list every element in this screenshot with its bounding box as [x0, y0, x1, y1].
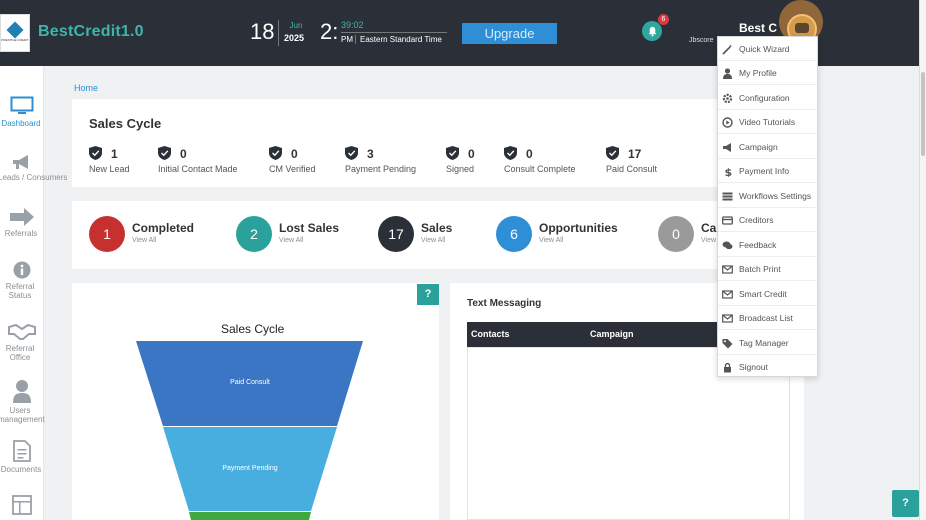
menu-item-label: Video Tutorials: [739, 117, 796, 127]
menu-item-label: Workflows Settings: [739, 191, 812, 201]
menu-item-label: Configuration: [739, 93, 790, 103]
menu-item-workflows-settings[interactable]: Workflows Settings: [718, 184, 818, 208]
menu-item-batch-print[interactable]: Batch Print: [718, 257, 818, 281]
funnel-label-payment-pending: Payment Pending: [222, 465, 278, 472]
lock-icon: [724, 362, 731, 373]
menu-item-my-profile[interactable]: My Profile: [718, 61, 818, 85]
menu-item-quick-wizard[interactable]: Quick Wizard: [718, 37, 818, 61]
menu-item-label: Batch Print: [739, 264, 781, 274]
text-messaging-title: Text Messaging: [467, 298, 542, 309]
tag-icon: [722, 339, 733, 349]
menu-item-label: Smart Credit: [739, 289, 787, 299]
menu-item-campaign[interactable]: Campaign: [718, 135, 818, 159]
menu-item-label: Broadcast List: [739, 313, 793, 323]
mail-icon: [722, 265, 733, 274]
list-icon: [722, 192, 733, 201]
dollar-icon: $: [725, 166, 733, 177]
menu-item-label: Creditors: [739, 215, 774, 225]
megaphone-icon: [723, 143, 731, 152]
card-icon: [722, 216, 733, 225]
menu-item-feedback[interactable]: Feedback: [718, 233, 818, 257]
app-window: PRESTIGE CREDIT BestCredit1.0 18 Jun 202…: [0, 0, 926, 520]
menu-item-signout[interactable]: Signout: [718, 355, 818, 379]
menu-item-label: Feedback: [739, 240, 777, 250]
mail-icon: [722, 314, 733, 323]
funnel-segment-bottom: [189, 512, 311, 520]
menu-item-label: My Profile: [739, 68, 777, 78]
wand-icon: [722, 44, 733, 55]
funnel-label-paid-consult: Paid Consult: [230, 379, 270, 386]
menu-item-creditors[interactable]: Creditors: [718, 208, 818, 232]
menu-item-tag-manager[interactable]: Tag Manager: [718, 331, 818, 355]
user-dropdown-menu: Quick Wizard My Profile Configuration Vi…: [717, 36, 818, 377]
menu-item-label: Campaign: [739, 142, 778, 152]
menu-item-label: Payment Info: [739, 166, 790, 176]
menu-item-smart-credit[interactable]: Smart Credit: [718, 282, 818, 306]
menu-item-payment-info[interactable]: $ Payment Info: [718, 159, 818, 183]
play-circle-icon: [722, 117, 733, 128]
menu-item-label: Tag Manager: [739, 338, 789, 348]
floating-help-button[interactable]: ?: [892, 490, 919, 517]
gear-icon: [722, 93, 733, 104]
menu-item-label: Quick Wizard: [739, 44, 790, 54]
menu-item-configuration[interactable]: Configuration: [718, 86, 818, 110]
menu-item-video-tutorials[interactable]: Video Tutorials: [718, 110, 818, 134]
column-header-contacts[interactable]: Contacts: [471, 329, 510, 339]
column-header-campaign[interactable]: Campaign: [590, 329, 634, 339]
menu-item-label: Signout: [739, 362, 768, 372]
user-icon: [723, 68, 732, 79]
chat-icon: [722, 241, 733, 250]
menu-item-broadcast-list[interactable]: Broadcast List: [718, 306, 818, 330]
svg-text:$: $: [725, 166, 733, 177]
mail-icon: [722, 290, 733, 299]
